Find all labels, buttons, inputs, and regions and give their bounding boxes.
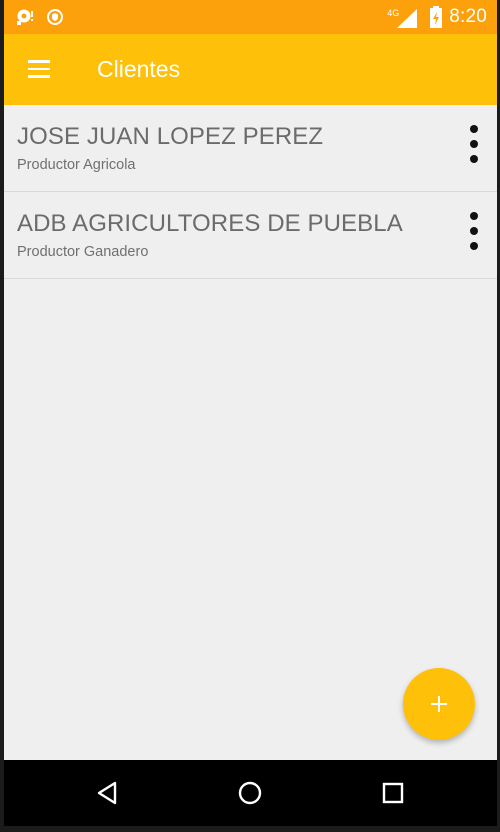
page-title: Clientes [97, 56, 181, 82]
device-frame: 4G 8:20 Clientes JOSE JUAN LOPEZ PEREZ P… [0, 0, 500, 832]
app-bar: Clientes [4, 34, 497, 105]
battery-icon [429, 6, 443, 28]
client-type: Productor Agricola [17, 157, 136, 173]
recents-icon[interactable] [377, 777, 409, 809]
app-screen: 4G 8:20 Clientes JOSE JUAN LOPEZ PEREZ P… [4, 0, 497, 826]
menu-icon[interactable] [26, 58, 52, 80]
home-icon[interactable] [234, 777, 266, 809]
more-options-icon[interactable] [465, 212, 483, 252]
status-time: 8:20 [449, 6, 487, 27]
client-name: JOSE JUAN LOPEZ PEREZ [17, 123, 324, 150]
notification-icon [16, 8, 34, 26]
signal-icon: 4G [387, 0, 418, 34]
add-client-button[interactable] [403, 668, 475, 740]
navigation-bar [4, 760, 497, 826]
back-icon[interactable] [93, 777, 125, 809]
client-list: JOSE JUAN LOPEZ PEREZ Productor Agricola… [4, 105, 497, 279]
shield-icon [46, 8, 64, 26]
add-icon-vertical [438, 696, 440, 712]
client-name: ADB AGRICULTORES DE PUEBLA [17, 210, 403, 237]
list-item[interactable]: JOSE JUAN LOPEZ PEREZ Productor Agricola [4, 105, 497, 192]
list-item[interactable]: ADB AGRICULTORES DE PUEBLA Productor Gan… [4, 192, 497, 279]
status-left-icons [16, 8, 64, 26]
client-type: Productor Ganadero [17, 244, 149, 260]
status-bar: 4G 8:20 [4, 0, 497, 34]
status-right: 4G 8:20 [387, 0, 487, 34]
more-options-icon[interactable] [465, 125, 483, 165]
